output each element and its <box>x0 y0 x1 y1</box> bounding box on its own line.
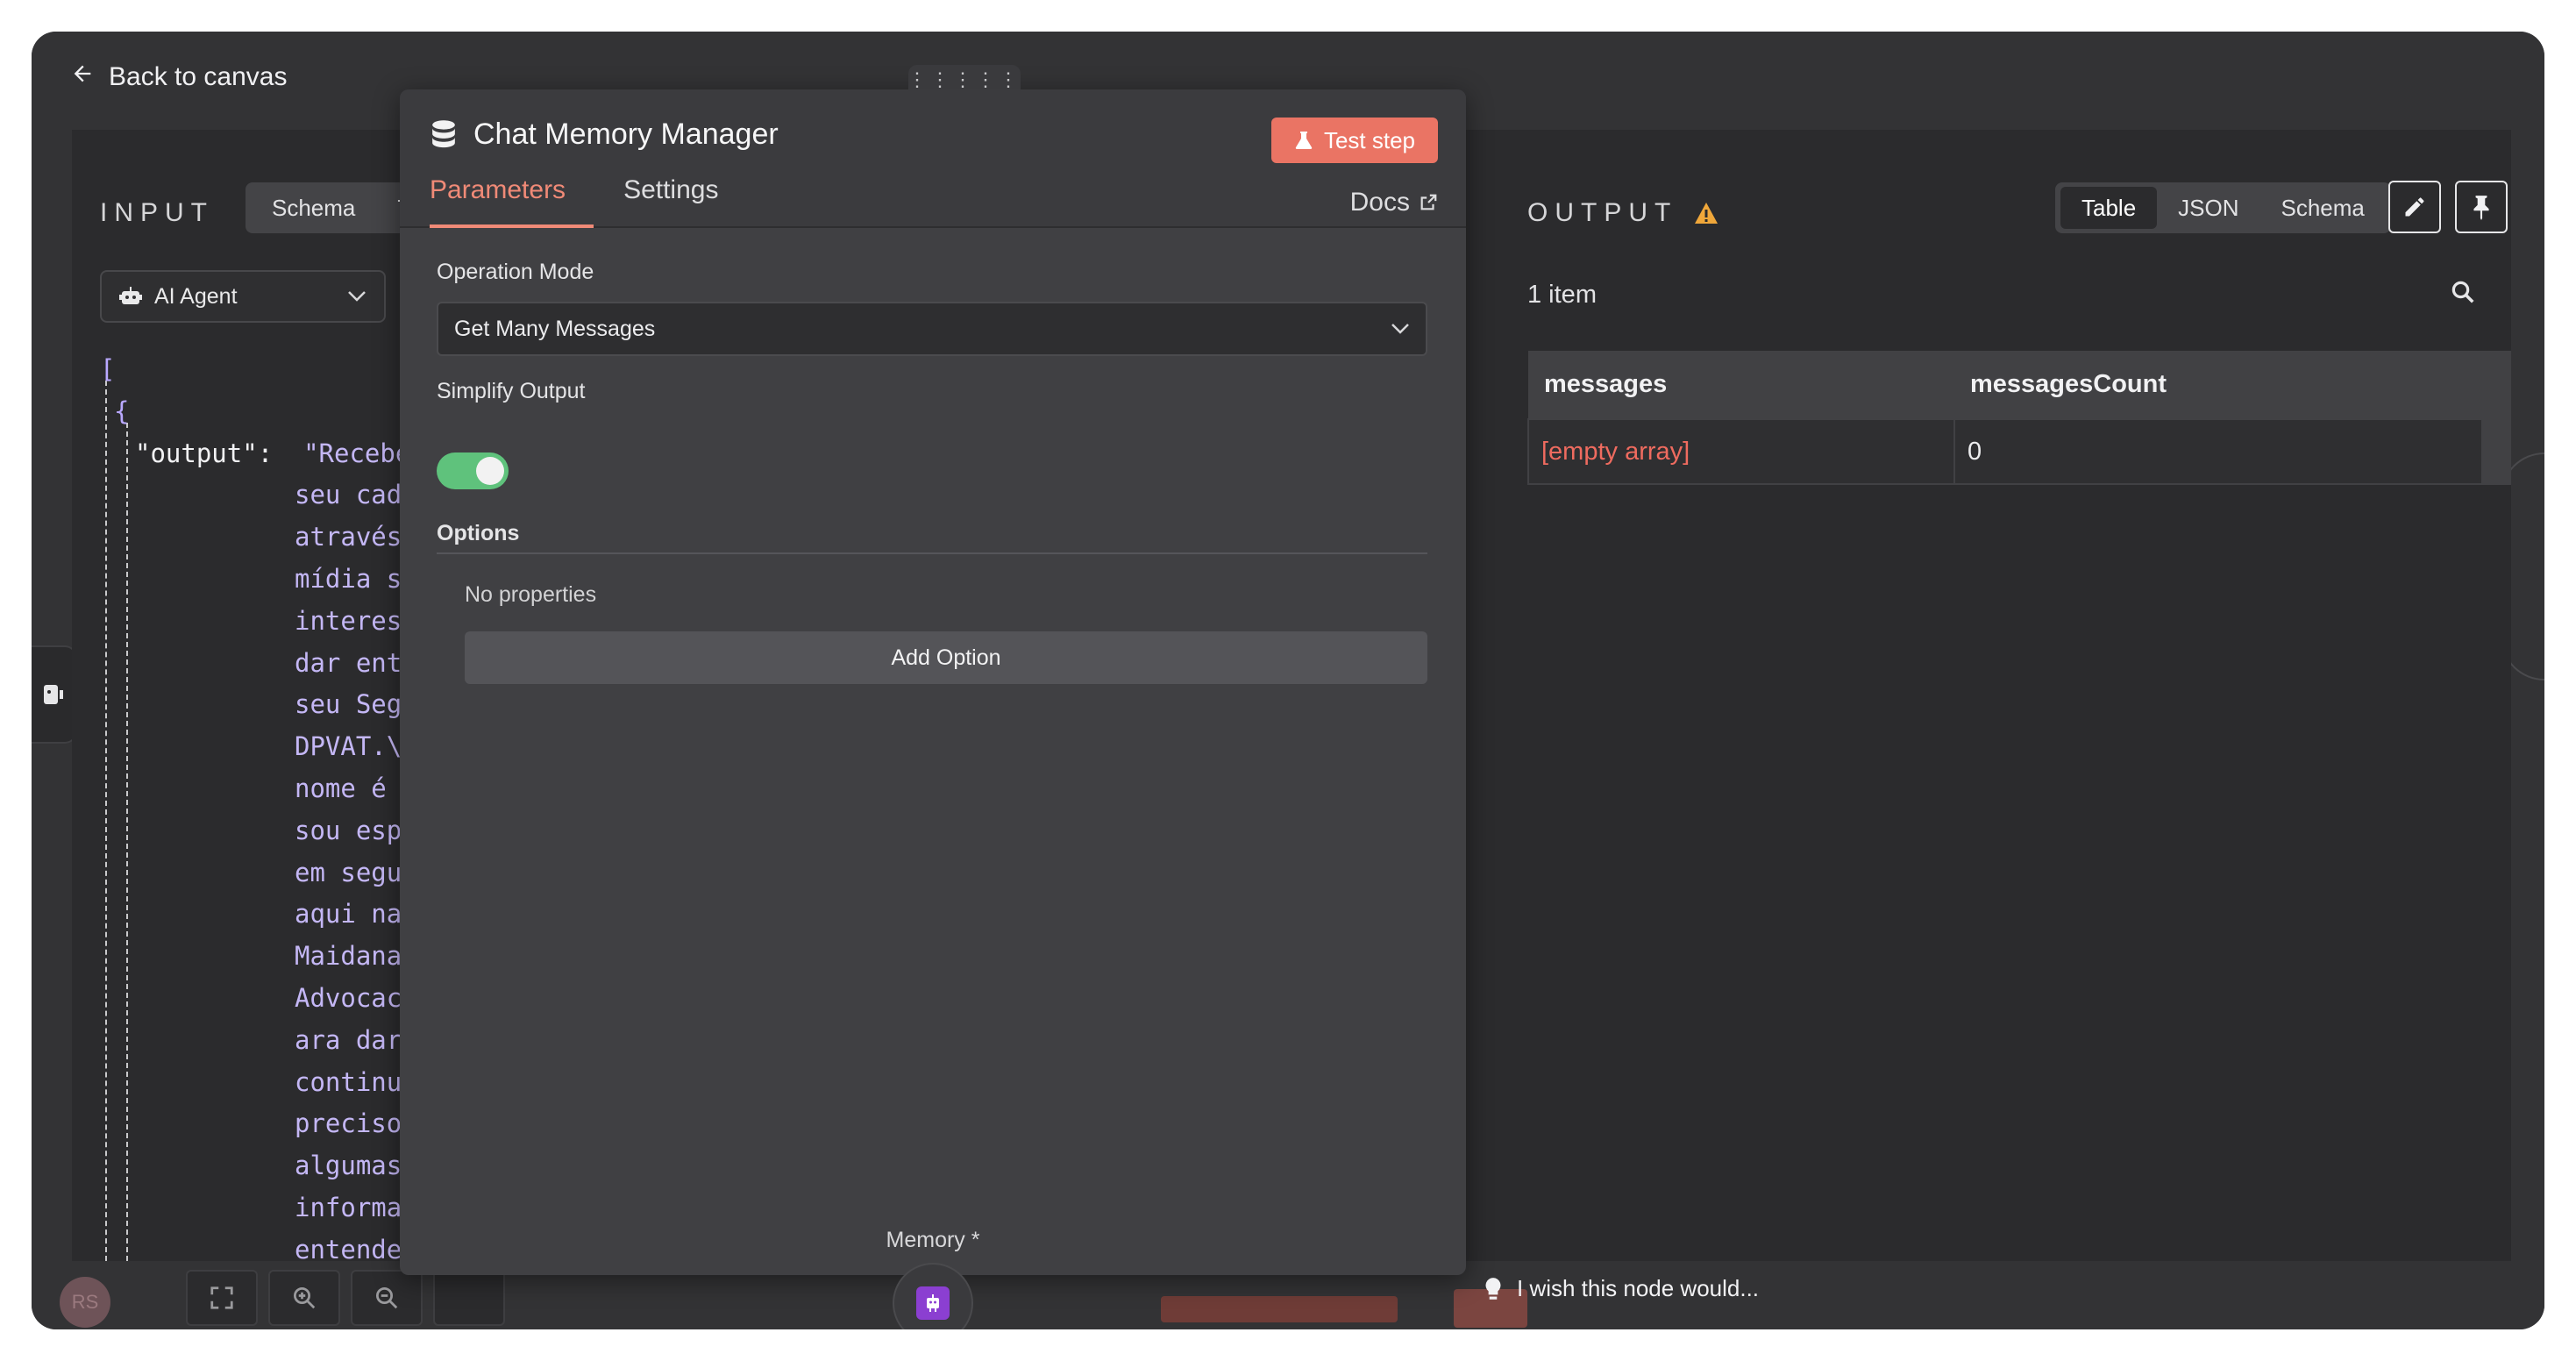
feedback-prompt[interactable]: I wish this node would... <box>1482 1275 1759 1302</box>
robot-icon <box>916 1286 950 1320</box>
table-row: [empty array] 0 <box>1527 418 2511 485</box>
output-search-button[interactable] <box>2450 279 2476 310</box>
output-title: OUTPUT <box>1527 198 1678 227</box>
input-node-select[interactable]: AI Agent <box>100 270 386 323</box>
table-cell-messages-count[interactable]: 0 <box>1953 418 2511 485</box>
back-to-canvas-label: Back to canvas <box>109 62 288 91</box>
app-window: Back to canvas INPUT Schema Table AI Age… <box>32 32 2544 1329</box>
table-header-messages-count: messagesCount <box>1954 351 2510 419</box>
lightbulb-icon <box>1485 1277 1501 1300</box>
zoom-in-icon <box>294 1287 316 1309</box>
node-tabs: Parameters Settings <box>430 175 718 228</box>
database-icon <box>432 119 455 147</box>
operation-mode-select[interactable]: Get Many Messages <box>437 302 1427 356</box>
output-title-wrap: OUTPUT <box>1527 198 1719 228</box>
node-title-wrap: Chat Memory Manager <box>430 118 779 152</box>
output-tab-schema[interactable]: Schema <box>2260 187 2386 229</box>
reset-zoom-button[interactable] <box>433 1270 505 1326</box>
flask-icon <box>1295 132 1313 149</box>
json-value-line: "Recebe <box>303 438 411 468</box>
robot-icon <box>119 287 142 304</box>
search-icon <box>2451 281 2474 303</box>
toggle-knob <box>476 457 504 485</box>
zoom-out-icon <box>376 1287 398 1309</box>
options-label: Options <box>437 521 520 545</box>
arrow-left-icon <box>70 61 95 93</box>
docs-label: Docs <box>1349 188 1410 217</box>
input-title: INPUT <box>100 198 214 227</box>
no-properties-text: No properties <box>465 582 597 607</box>
zoom-in-button[interactable] <box>268 1270 340 1326</box>
zoom-out-button[interactable] <box>351 1270 423 1326</box>
output-panel: OUTPUT Table JSON Schema 1 item messages… <box>1466 130 2511 1261</box>
output-tab-table[interactable]: Table <box>2060 187 2158 229</box>
table-header-messages: messages <box>1528 351 1954 419</box>
tab-parameters[interactable]: Parameters <box>430 175 594 228</box>
tab-settings[interactable]: Settings <box>623 175 718 228</box>
table-scrollbar[interactable] <box>2481 351 2511 484</box>
fit-view-button[interactable] <box>186 1270 258 1326</box>
node-settings-panel: ⋮⋮⋮⋮⋮ Chat Memory Manager Test step Para… <box>400 65 1466 1329</box>
test-step-label: Test step <box>1323 126 1415 153</box>
memory-connector[interactable] <box>893 1263 973 1329</box>
warning-icon[interactable] <box>1693 201 1719 225</box>
add-option-button[interactable]: Add Option <box>465 631 1427 684</box>
external-link-icon <box>1420 194 1437 210</box>
output-view-toggle: Table JSON Schema <box>2055 182 2391 233</box>
docs-link[interactable]: Docs <box>1350 188 1438 217</box>
options-divider <box>437 552 1427 554</box>
chevron-down-icon <box>348 291 366 302</box>
simplify-output-toggle[interactable] <box>437 452 509 489</box>
test-step-button[interactable]: Test step <box>1270 118 1438 163</box>
input-node-name: AI Agent <box>154 283 238 309</box>
table-cell-messages[interactable]: [empty array] <box>1527 418 1955 485</box>
robot-icon <box>44 685 63 704</box>
edit-output-button[interactable] <box>2388 181 2441 233</box>
execute-workflow-button[interactable] <box>1161 1296 1398 1322</box>
output-table: messages messagesCount [empty array] 0 <box>1527 351 2511 485</box>
item-count: 1 item <box>1527 281 1597 309</box>
feedback-text: I wish this node would... <box>1517 1275 1760 1301</box>
operation-mode-label: Operation Mode <box>437 260 594 284</box>
expand-icon <box>210 1286 233 1309</box>
json-key: "output" <box>135 438 258 468</box>
pencil-icon <box>2405 197 2424 217</box>
side-node-handle[interactable] <box>32 645 77 744</box>
simplify-output-label: Simplify Output <box>437 379 586 403</box>
output-tab-json[interactable]: JSON <box>2157 187 2259 229</box>
input-tab-schema[interactable]: Schema <box>251 187 376 229</box>
chevron-down-icon <box>1391 324 1409 334</box>
memory-connector-label: Memory * <box>886 1228 980 1252</box>
avatar[interactable]: RS <box>60 1277 110 1328</box>
pin-output-button[interactable] <box>2455 181 2508 233</box>
operation-mode-value: Get Many Messages <box>454 316 656 341</box>
node-header: Chat Memory Manager Test step Parameters… <box>400 89 1466 228</box>
pin-icon <box>2473 196 2489 220</box>
back-to-canvas-button[interactable]: Back to canvas <box>70 51 287 103</box>
node-title[interactable]: Chat Memory Manager <box>473 118 779 152</box>
